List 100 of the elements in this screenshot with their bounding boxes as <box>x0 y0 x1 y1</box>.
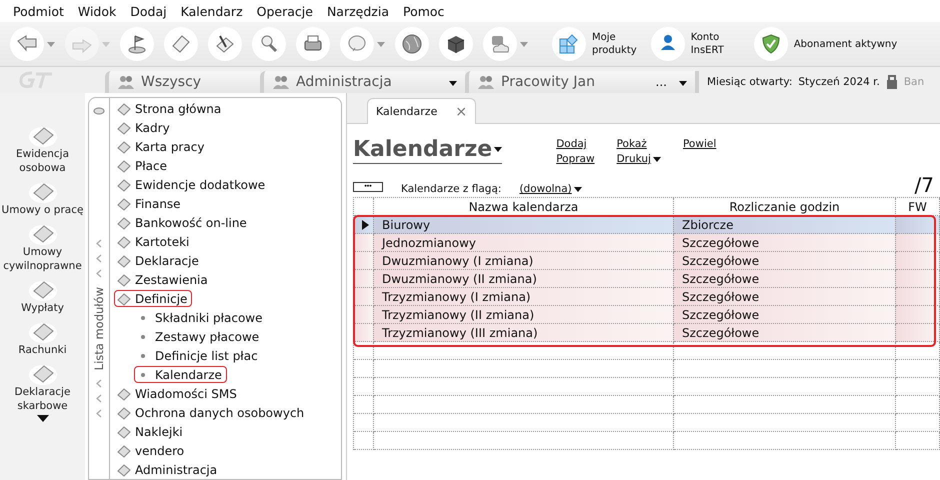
close-icon[interactable]: × <box>455 104 468 120</box>
module-icon <box>117 444 131 458</box>
table-cell: Biurowy <box>374 216 674 234</box>
action-link[interactable]: Popraw <box>556 153 595 165</box>
module-item[interactable]: Wiadomości SMS <box>114 385 242 402</box>
module-icon <box>117 178 131 192</box>
menu-item[interactable]: Widok <box>70 4 124 18</box>
menu-item[interactable]: Narzędzia <box>320 4 396 18</box>
filter-dropdown[interactable]: (dowolna) <box>519 183 582 195</box>
module-item[interactable]: Płace <box>114 157 172 174</box>
module-item[interactable]: Kartoteki <box>114 233 194 250</box>
table-cell: Szczegółowe <box>674 234 896 252</box>
table-cell <box>896 378 940 396</box>
bullet-icon <box>141 334 145 338</box>
module-icon <box>117 196 131 210</box>
table-cell: Szczegółowe <box>674 288 896 306</box>
module-item[interactable]: Zestawienia <box>114 271 213 288</box>
pin-icon[interactable] <box>93 106 105 116</box>
module-item[interactable]: Zestawy płacowe <box>134 328 264 345</box>
toolbar-label[interactable]: Konto InsERT <box>690 31 724 57</box>
toolbar-button[interactable] <box>120 27 154 61</box>
module-item[interactable]: Kadry <box>114 119 175 136</box>
caret-icon <box>494 147 502 152</box>
record-count: /7 <box>914 175 934 195</box>
toolbar-label[interactable]: Moje produkty <box>592 31 637 57</box>
rail-item[interactable]: Rachunki <box>2 317 84 357</box>
action-link[interactable]: Powiel <box>682 138 716 150</box>
people-icon <box>117 74 135 90</box>
toolbar-button[interactable] <box>754 27 788 61</box>
module-item[interactable]: Finanse <box>114 195 186 212</box>
down-arrow-icon[interactable] <box>36 415 48 422</box>
module-item[interactable]: Deklaracje <box>114 252 204 269</box>
action-link[interactable]: Pokaż <box>616 138 661 150</box>
module-icon <box>117 462 131 476</box>
table-cell: Szczegółowe <box>674 270 896 288</box>
table-cell <box>896 432 940 450</box>
rail-item[interactable]: Umowy cywilnoprawne <box>2 219 84 273</box>
module-item[interactable]: Ewidencje dodatkowe <box>114 176 270 193</box>
module-item[interactable]: Kalendarze <box>134 366 227 383</box>
bullet-icon <box>141 316 145 320</box>
table-cell: Jednozmianowy <box>374 234 674 252</box>
module-item[interactable]: Składniki płacowe <box>134 309 268 326</box>
table-cell <box>896 360 940 378</box>
lock-icon <box>886 75 898 89</box>
rail-item[interactable]: Ewidencja osobowa <box>2 121 84 175</box>
menu-item[interactable]: Pomoc <box>396 4 452 18</box>
tiles-icon <box>558 33 580 55</box>
action-link[interactable]: Drukuj <box>616 153 661 165</box>
globe-icon <box>401 33 423 55</box>
table-cell <box>896 252 940 270</box>
module-item[interactable]: Ochrona danych osobowych <box>114 404 310 421</box>
table-cell: Szczegółowe <box>674 306 896 324</box>
module-item[interactable]: Definicje <box>114 290 192 307</box>
caret-icon <box>652 156 661 162</box>
view-title[interactable]: Kalendarze <box>353 136 502 164</box>
caret-icon[interactable] <box>520 42 528 46</box>
module-item[interactable]: Strona główna <box>114 100 226 117</box>
panel-title: Lista modułów <box>92 287 106 370</box>
toolbar-label[interactable]: Abonament aktywny <box>794 38 898 50</box>
month-label: Miesiąc otwarty: <box>707 76 792 88</box>
table-cell <box>896 270 940 288</box>
table-cell <box>896 234 940 252</box>
sheet-icon <box>170 33 192 55</box>
module-item[interactable]: Naklejki <box>114 423 188 440</box>
module-icon <box>117 424 131 438</box>
table-cell: Szczegółowe <box>674 324 896 342</box>
document-tab[interactable]: Kalendarze × <box>367 98 476 124</box>
bullet-icon <box>141 372 145 376</box>
menu-item[interactable]: Podmiot <box>6 4 71 18</box>
rail-item[interactable]: Umowy o pracę <box>2 177 84 217</box>
rail-item[interactable]: Wypłaty <box>2 275 84 315</box>
module-icon <box>117 292 131 306</box>
module-icon <box>117 254 131 268</box>
toolbar-button[interactable] <box>439 27 473 61</box>
module-icon <box>117 386 131 400</box>
module-item[interactable]: Karta pracy <box>114 138 210 155</box>
table-cell: Trzyzmianowy (I zmiana) <box>374 288 674 306</box>
menu-item[interactable]: Kalendarz <box>174 4 250 18</box>
month-value: Styczeń 2024 r. <box>798 76 880 88</box>
menu-item[interactable]: Dodaj <box>123 4 174 18</box>
module-item[interactable]: Administracja <box>114 461 222 478</box>
menu-item[interactable]: Operacje <box>250 4 320 18</box>
table-cell: Zbiorcze <box>674 216 896 234</box>
module-item[interactable]: vendero <box>114 442 190 459</box>
module-item[interactable]: Bankowość on-line <box>114 214 252 231</box>
module-icon <box>117 406 131 420</box>
toolbar-button[interactable] <box>395 27 429 61</box>
table-cell <box>896 342 940 360</box>
module-icon <box>117 120 131 134</box>
shield-icon <box>760 33 782 55</box>
caret-icon[interactable] <box>377 42 385 46</box>
toolbar-button[interactable] <box>296 27 330 61</box>
action-link[interactable]: Dodaj <box>556 138 595 150</box>
caret-icon[interactable] <box>47 42 55 46</box>
rail-item[interactable]: Deklaracje skarbowe <box>2 359 84 413</box>
context-tab[interactable]: Administracja <box>260 71 465 93</box>
table-cell <box>896 414 940 432</box>
context-tab[interactable]: Wszyscy <box>105 71 260 93</box>
module-item[interactable]: Definicje list płac <box>134 347 263 364</box>
context-tab[interactable]: Pracowity Jan ... <box>465 71 695 93</box>
